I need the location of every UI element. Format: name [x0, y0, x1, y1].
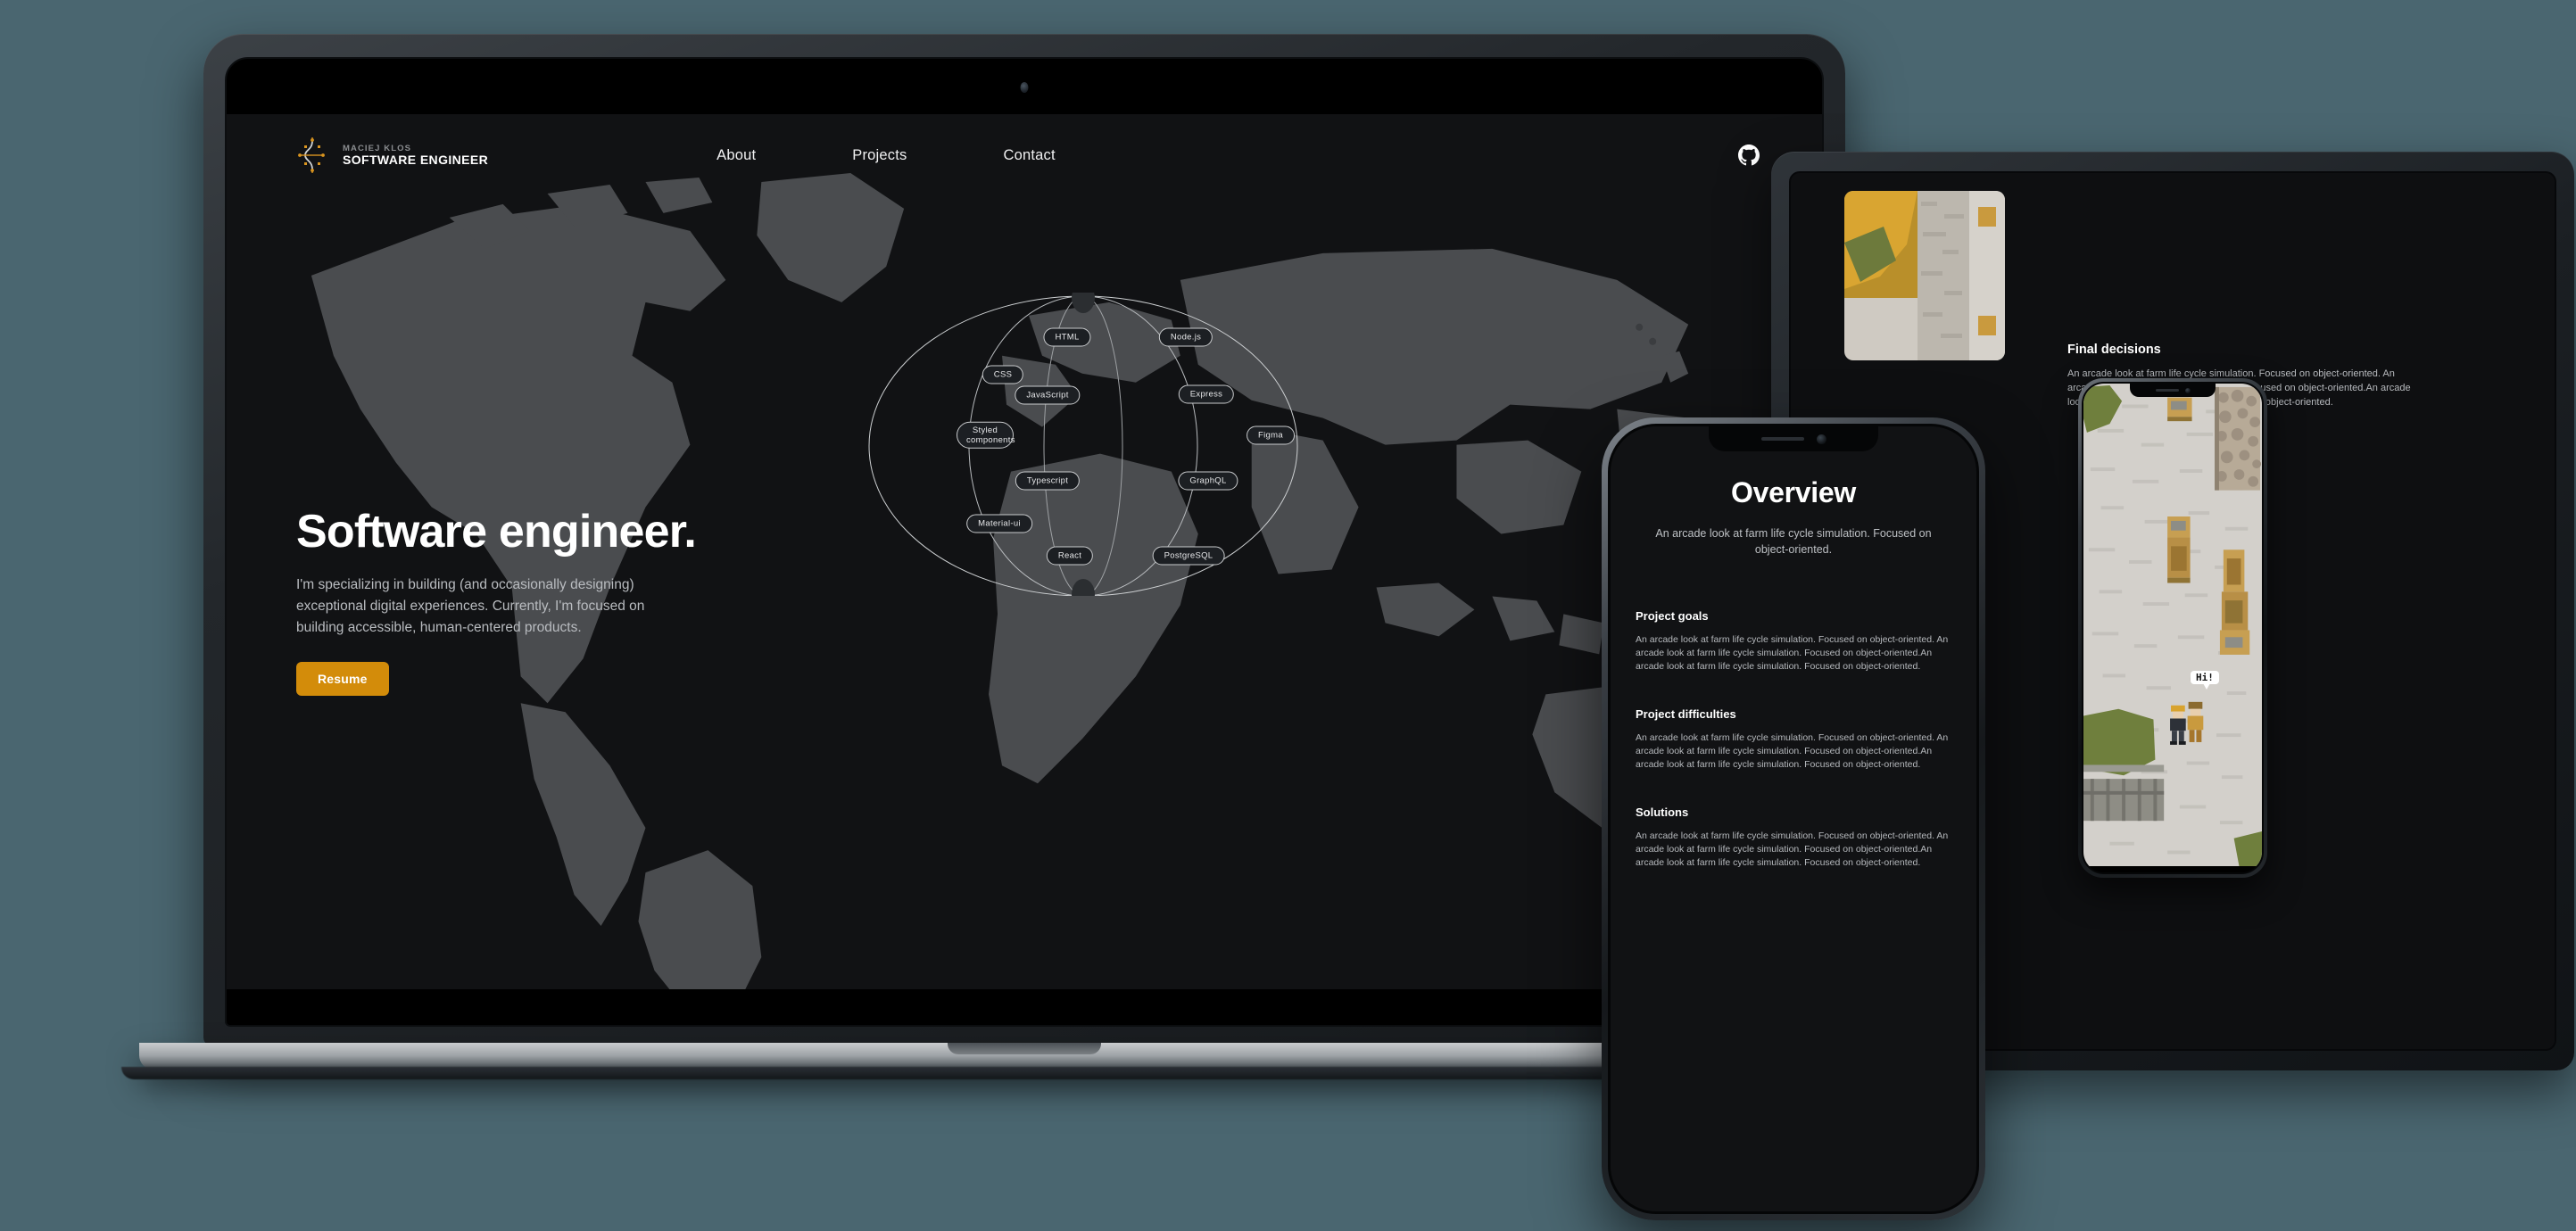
phone-screen: Overview An arcade look at farm life cyc…	[1611, 426, 1976, 1211]
tech-pill[interactable]: HTML	[1043, 327, 1091, 347]
tech-pill[interactable]: React	[1046, 546, 1094, 566]
laptop-bezel: MACIEJ KLOS SOFTWARE ENGINEER About Proj…	[225, 57, 1824, 1027]
tech-pill[interactable]: Figma	[1247, 425, 1295, 445]
tech-pill[interactable]: JavaScript	[1015, 385, 1081, 405]
overview-section: Project goals An arcade look at farm life…	[1636, 609, 1951, 673]
phone-frame: Overview An arcade look at farm life cyc…	[1602, 417, 1985, 1220]
laptop-lid: MACIEJ KLOS SOFTWARE ENGINEER About Proj…	[203, 34, 1845, 1046]
phone-notch	[1709, 426, 1878, 451]
nav-item-contact[interactable]: Contact	[1003, 147, 1055, 164]
laptop-device: MACIEJ KLOS SOFTWARE ENGINEER About Proj…	[121, 34, 1927, 1079]
tech-stack-orbit: HTML CSS JavaScript Styled components Typesc…	[833, 293, 1333, 596]
tech-pill[interactable]: Typescript	[1015, 471, 1081, 491]
speaker-icon	[1760, 437, 1804, 441]
game-phone-frame: Hi!	[2078, 378, 2267, 878]
section-body: An arcade look at farm life cycle simula…	[1636, 830, 1949, 868]
tech-pill[interactable]: PostgreSQL	[1152, 546, 1225, 566]
hero-title: Software engineer.	[296, 506, 697, 558]
site-header: MACIEJ KLOS SOFTWARE ENGINEER About Proj…	[227, 114, 1822, 196]
github-link[interactable]	[1738, 145, 1760, 166]
github-icon[interactable]	[1738, 145, 1760, 166]
resume-button[interactable]: Resume	[296, 662, 389, 697]
speaker-icon	[2155, 389, 2179, 392]
tech-pill[interactable]: CSS	[982, 365, 1024, 384]
laptop-webcam-icon	[1020, 82, 1029, 93]
logo-role-line: SOFTWARE ENGINEER	[343, 152, 489, 167]
camera-icon	[1816, 434, 1826, 444]
nav-item-projects[interactable]: Projects	[852, 147, 907, 164]
logo-mark-icon	[298, 137, 325, 173]
section-heading: Project goals	[1636, 609, 1709, 624]
tech-pill[interactable]: Material-ui	[966, 514, 1032, 533]
section-heading: Project difficulties	[1636, 706, 1736, 721]
section-heading: Solutions	[1636, 805, 1689, 819]
section-body: An arcade look at farm life cycle simula…	[1636, 634, 1949, 673]
laptop-base-notch	[948, 1043, 1101, 1054]
overview-section: Solutions An arcade look at farm life cyc…	[1636, 806, 1951, 870]
tech-pill[interactable]: Node.js	[1158, 327, 1213, 347]
project-thumbnail	[1844, 191, 2005, 360]
tech-pill[interactable]: GraphQL	[1178, 471, 1238, 491]
overview-section: Project difficulties An arcade look at fa…	[1636, 707, 1951, 772]
game-phone-notch	[2130, 384, 2216, 397]
phone-body: Overview An arcade look at farm life cyc…	[1608, 424, 1979, 1214]
camera-icon	[2184, 387, 2191, 393]
phone-device: Overview An arcade look at farm life cyc…	[1602, 417, 1985, 1220]
nav-item-about[interactable]: About	[716, 147, 756, 164]
hero-copy: Software engineer. I'm specializing in b…	[296, 506, 760, 697]
laptop-screen: MACIEJ KLOS SOFTWARE ENGINEER About Proj…	[227, 114, 1822, 989]
hero-subtitle: I'm specializing in building (and occasi…	[296, 577, 645, 636]
tech-pill[interactable]: Express	[1178, 384, 1235, 404]
overview-sections: Project goals An arcade look at farm life…	[1636, 609, 1951, 869]
site-logo[interactable]: MACIEJ KLOS SOFTWARE ENGINEER	[296, 136, 488, 175]
game-screenshot	[2083, 384, 2262, 867]
primary-nav: About Projects Contact	[716, 147, 1056, 164]
overview-lead: An arcade look at farm life cycle simula…	[1655, 527, 1932, 557]
speech-bubble: Hi!	[2191, 671, 2219, 690]
game-phone-screen: Hi!	[2082, 382, 2264, 874]
device-mockup-scene: MACIEJ KLOS SOFTWARE ENGINEER About Proj…	[0, 0, 2576, 1231]
section-body: An arcade look at farm life cycle simula…	[1636, 731, 1949, 770]
overview-title: Overview	[1731, 476, 1856, 508]
game-preview-phone: Hi!	[2078, 378, 2267, 878]
final-decisions-heading: Final decisions	[2067, 343, 2161, 357]
tech-pill[interactable]: Styled components	[957, 421, 1015, 450]
